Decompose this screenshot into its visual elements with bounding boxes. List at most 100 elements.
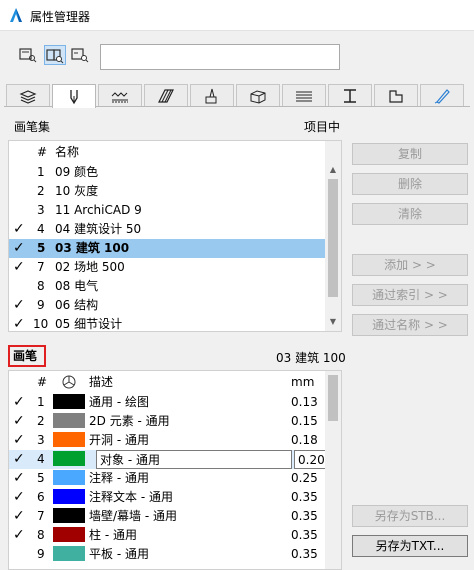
list-view-button[interactable] <box>18 45 40 65</box>
penset-num: 7 <box>37 260 45 274</box>
checkmark-icon: ✓ <box>13 394 25 410</box>
scroll-up-arrow[interactable]: ▲ <box>325 163 341 177</box>
scroll-thumb[interactable] <box>328 179 338 297</box>
column-header-desc: 描述 <box>89 375 114 389</box>
scroll-thumb[interactable] <box>328 375 338 421</box>
pen-color-swatch[interactable] <box>53 432 85 447</box>
pen-scrollbar[interactable] <box>325 371 341 569</box>
checkmark-icon: ✓ <box>13 240 25 256</box>
tab-line-types[interactable] <box>98 84 142 106</box>
pen-num: 6 <box>37 490 45 504</box>
pen-row[interactable]: ✓ 2 2D 元素 - 通用 0.15 <box>9 412 327 431</box>
penset-scrollbar[interactable]: ▲ ▼ <box>325 141 341 331</box>
pen-row[interactable]: ✓ 7 墙壁/幕墙 - 通用 0.35 <box>9 507 327 526</box>
penset-name: 10 灰度 <box>55 184 99 198</box>
penset-row[interactable]: ✓ 9 06 结构 <box>9 296 327 315</box>
pen-width: 0.25 <box>291 471 318 485</box>
penset-num: 8 <box>37 279 45 293</box>
color-column-icon <box>62 375 76 395</box>
fills-icon <box>158 88 174 103</box>
by-index-button[interactable]: 通过索引 > > <box>352 284 468 306</box>
penset-name: 03 建筑 100 <box>55 241 130 255</box>
pen-row[interactable]: 9 平板 - 通用 0.35 <box>9 545 327 564</box>
penset-row[interactable]: 2 10 灰度 <box>9 182 327 201</box>
pen-color-swatch[interactable] <box>53 413 85 428</box>
penset-list[interactable]: # 名称 1 09 颜色 2 10 灰度 3 11 ArchiCAD 9 ✓ 4 04 建筑设计… <box>8 140 342 332</box>
pen-color-swatch[interactable] <box>53 508 85 523</box>
checkmark-icon: ✓ <box>13 489 25 505</box>
pen-row[interactable]: ✓ 4 对象 - 通用 0.20 <box>9 450 330 469</box>
pen-description: 柱 - 通用 <box>89 528 137 542</box>
pen-list-header: # 描述 mm <box>9 373 327 392</box>
search-input[interactable] <box>100 44 340 70</box>
penset-name: 04 建筑设计 50 <box>55 222 142 236</box>
tab-surfaces[interactable] <box>190 84 234 106</box>
checkmark-icon: ✓ <box>13 451 25 467</box>
window-title: 属性管理器 <box>30 10 91 24</box>
pen-color-swatch[interactable] <box>53 394 85 409</box>
save-txt-button[interactable]: 另存为TXT... <box>352 535 468 557</box>
compare-view-button[interactable] <box>44 45 66 65</box>
pen-description: 墙壁/幕墙 - 通用 <box>89 509 178 523</box>
app-logo-icon <box>10 8 22 22</box>
penset-row[interactable]: 1 09 颜色 <box>9 163 327 182</box>
penset-row[interactable]: ✓ 4 04 建筑设计 50 <box>9 220 327 239</box>
tab-fills[interactable] <box>144 84 188 106</box>
penset-num: 2 <box>37 184 45 198</box>
save-stb-button[interactable]: 另存为STB... <box>352 505 468 527</box>
checkmark-icon: ✓ <box>13 259 25 275</box>
tab-layers[interactable] <box>6 84 50 106</box>
pen-description: 通用 - 绘图 <box>89 395 149 409</box>
tab-profiles[interactable] <box>328 84 372 106</box>
pen-row[interactable]: ✓ 8 柱 - 通用 0.35 <box>9 526 327 545</box>
pen-color-swatch[interactable] <box>53 546 85 561</box>
penset-row[interactable]: ✓ 5 03 建筑 100 <box>9 239 327 258</box>
pen-icon <box>70 89 78 104</box>
pen-num: 3 <box>37 433 45 447</box>
by-name-button[interactable]: 通过名称 > > <box>352 314 468 336</box>
checkmark-icon: ✓ <box>13 508 25 524</box>
penset-num: 1 <box>37 165 45 179</box>
penset-num: 3 <box>37 203 45 217</box>
building-material-icon <box>250 89 266 104</box>
pen-num: 9 <box>37 547 45 561</box>
pen-row[interactable]: ✓ 6 注释文本 - 通用 0.35 <box>9 488 327 507</box>
pen-color-swatch[interactable] <box>53 470 85 485</box>
zone-icon <box>389 89 403 103</box>
pen-num: 8 <box>37 528 45 542</box>
tab-pens[interactable] <box>52 84 96 108</box>
pen-width: 0.35 <box>291 528 318 542</box>
tab-markups[interactable] <box>420 84 464 106</box>
checkmark-icon: ✓ <box>13 470 25 486</box>
penset-list-header: # 名称 <box>9 143 327 162</box>
detail-search-icon <box>71 48 89 63</box>
detail-view-button[interactable] <box>70 45 92 65</box>
pen-num: 1 <box>37 395 45 409</box>
pen-row[interactable]: ✓ 1 通用 - 绘图 0.13 <box>9 393 327 412</box>
pen-color-swatch[interactable] <box>53 527 85 542</box>
pen-color-swatch[interactable] <box>53 451 85 466</box>
delete-button[interactable]: 删除 <box>352 173 468 195</box>
pen-description-field[interactable]: 对象 - 通用 <box>96 450 292 469</box>
pen-row[interactable]: ✓ 5 注释 - 通用 0.25 <box>9 469 327 488</box>
line-types-icon <box>111 91 128 102</box>
copy-button[interactable]: 复制 <box>352 143 468 165</box>
pen-width: 0.35 <box>291 509 318 523</box>
pen-color-swatch[interactable] <box>53 489 85 504</box>
column-header-num: # <box>37 145 48 159</box>
pen-width: 0.18 <box>291 433 318 447</box>
tab-zones[interactable] <box>374 84 418 106</box>
tab-composites[interactable] <box>282 84 326 106</box>
penset-row[interactable]: 3 11 ArchiCAD 9 <box>9 201 327 220</box>
tab-building-materials[interactable] <box>236 84 280 106</box>
pen-list[interactable]: # 描述 mm ✓ 1 通用 - 绘图 0.13 ✓ 2 2D 元素 - 通用 0.15 ✓ 3 开… <box>8 370 342 570</box>
profile-icon <box>344 88 356 103</box>
scroll-down-arrow[interactable]: ▼ <box>325 315 341 329</box>
penset-row[interactable]: ✓ 7 02 场地 500 <box>9 258 327 277</box>
penset-row[interactable]: 8 08 电气 <box>9 277 327 296</box>
add-button[interactable]: 添加 > > <box>352 254 468 276</box>
pen-row[interactable]: ✓ 3 开洞 - 通用 0.18 <box>9 431 327 450</box>
penset-row[interactable]: ✓ 10 05 细节设计 <box>9 315 327 331</box>
clear-button[interactable]: 清除 <box>352 203 468 225</box>
penset-name: 06 结构 <box>55 298 99 312</box>
